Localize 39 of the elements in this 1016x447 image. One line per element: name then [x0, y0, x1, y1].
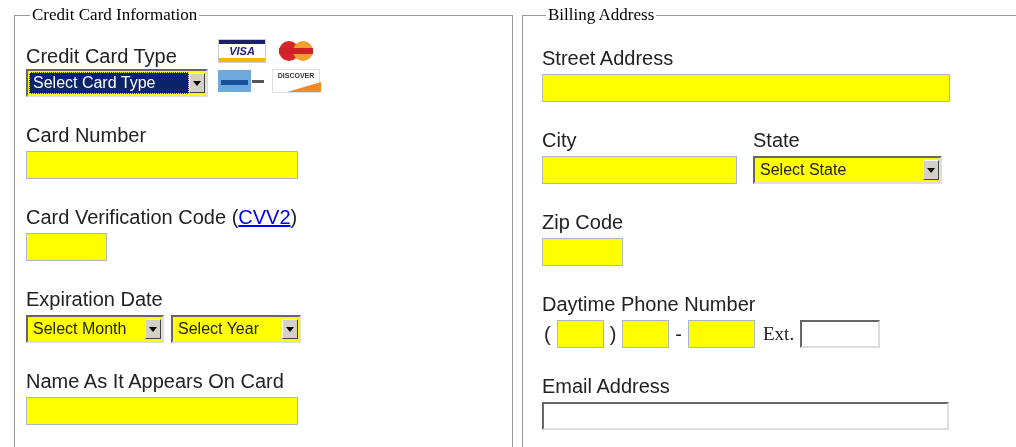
section-title: Billing Address: [547, 6, 656, 24]
city-field[interactable]: [542, 156, 737, 184]
phone-separator: (: [543, 322, 552, 346]
caret-icon: [286, 326, 294, 332]
state-dropdown[interactable]: Select State: [753, 156, 942, 184]
month-dropdown[interactable]: Select Month: [26, 315, 164, 343]
field-label: Expiration Date: [26, 287, 163, 311]
cvv-field[interactable]: [26, 233, 107, 261]
caret-icon: [927, 167, 935, 173]
caret-icon: [149, 326, 157, 332]
phone-separator: ): [608, 322, 618, 346]
field-label: Card Verification Code (CVV2): [26, 205, 298, 229]
street-address-field[interactable]: [542, 74, 950, 102]
field-label: State: [753, 128, 800, 152]
card-type-dropdown[interactable]: Select Card Type: [26, 69, 208, 97]
field-label: City: [542, 128, 577, 152]
extension-label: Ext.: [763, 323, 795, 345]
field-label: Name As It Appears On Card: [26, 369, 284, 393]
zip-code-field[interactable]: [542, 238, 623, 266]
extension-field[interactable]: [800, 320, 881, 348]
visa-logo: VISA: [218, 39, 266, 63]
cvv2-link[interactable]: CVV2: [238, 206, 291, 228]
name-on-card-field[interactable]: [26, 397, 298, 425]
section-title: Credit Card Information: [31, 6, 199, 24]
year-dropdown[interactable]: Select Year: [171, 315, 301, 343]
email-field[interactable]: [542, 402, 949, 430]
field-label: Street Address: [542, 46, 674, 70]
card-number-field[interactable]: [26, 151, 298, 179]
phone-separator: -: [674, 322, 683, 346]
field-label: Email Address: [542, 374, 670, 398]
field-label: Card Number: [26, 123, 147, 147]
phone-field[interactable]: [622, 320, 670, 348]
amex-logo: [218, 69, 266, 93]
caret-icon: [193, 80, 201, 86]
field-label: Zip Code: [542, 210, 624, 234]
field-label: Daytime Phone Number: [542, 292, 756, 316]
phone-field[interactable]: [688, 320, 755, 348]
phone-field[interactable]: [556, 320, 604, 348]
field-label: Credit Card Type: [26, 44, 177, 68]
